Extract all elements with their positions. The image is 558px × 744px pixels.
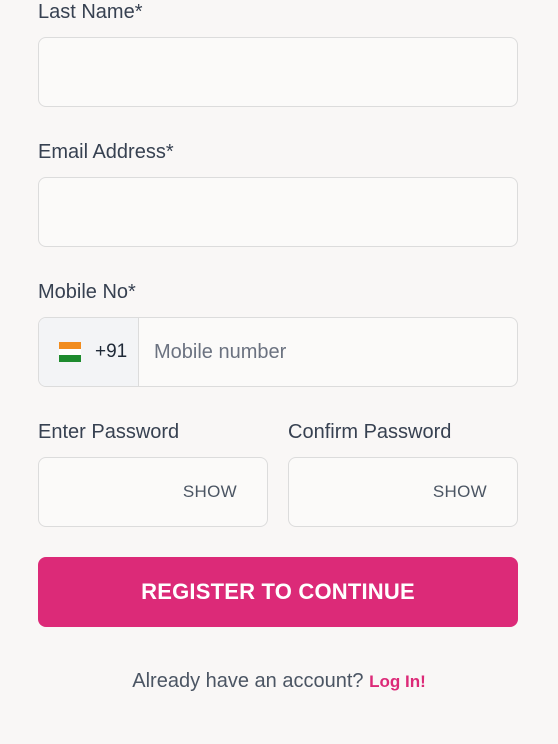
last-name-field-box [38, 37, 518, 107]
password-show-toggle[interactable]: SHOW [183, 482, 237, 502]
mobile-label: Mobile No* [38, 281, 136, 303]
confirm-password-field-box: SHOW [288, 457, 518, 527]
confirm-password-input[interactable] [289, 458, 419, 526]
email-input[interactable] [39, 178, 517, 246]
mobile-field-box: +91 [38, 317, 518, 387]
registration-form: Last Name* Email Address* Mobile No* +91… [0, 0, 558, 744]
email-field-box [38, 177, 518, 247]
register-button[interactable]: REGISTER TO CONTINUE [38, 557, 518, 627]
password-field-box: SHOW [38, 457, 268, 527]
login-prompt-text: Already have an account? [132, 670, 364, 692]
last-name-label: Last Name* [38, 1, 143, 23]
password-input[interactable] [39, 458, 169, 526]
password-label: Enter Password [38, 421, 180, 443]
last-name-input[interactable] [39, 38, 517, 106]
confirm-password-label: Confirm Password [288, 421, 452, 443]
confirm-password-show-toggle[interactable]: SHOW [433, 482, 487, 502]
login-link[interactable]: Log In! [369, 672, 426, 691]
country-code-selector[interactable]: +91 [39, 318, 139, 386]
mobile-number-input[interactable] [139, 318, 517, 386]
email-label: Email Address* [38, 141, 174, 163]
country-code: +91 [95, 341, 128, 362]
india-flag-icon [59, 342, 81, 363]
login-prompt: Already have an account? Log In! [0, 670, 558, 693]
